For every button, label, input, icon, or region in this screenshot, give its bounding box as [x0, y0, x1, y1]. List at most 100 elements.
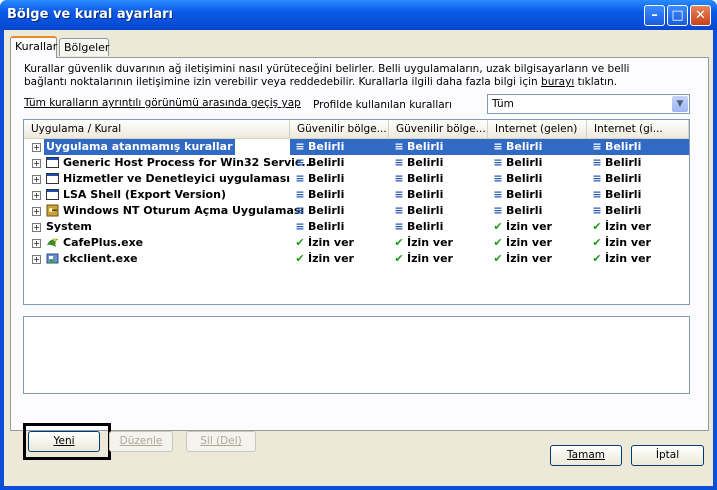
status-label: Belirli [605, 140, 642, 153]
rule-row[interactable]: + LSA Shell (Export Version) ≡ Belirli ≡ Beli… [24, 187, 689, 203]
more-info-link[interactable]: burayı [541, 76, 574, 88]
tab-kurallar[interactable]: Kurallar [10, 36, 57, 58]
expand-icon[interactable]: + [32, 223, 41, 232]
rule-name-cell[interactable]: + ckclient.exe [24, 251, 290, 267]
status-label: Belirli [407, 204, 444, 217]
rule-row[interactable]: + Generic Host Process for Win32 Servic..… [24, 155, 689, 171]
rule-status-cell[interactable]: ✔ İzin ver [290, 235, 354, 251]
rule-status-cell[interactable]: ≡ Belirli [488, 155, 542, 171]
column-header[interactable]: Internet (gi... [587, 120, 689, 138]
list-icon: ≡ [295, 140, 305, 153]
rule-status-cell[interactable]: ≡ Belirli [389, 219, 443, 235]
rule-status-cell[interactable]: ≡ Belirli [587, 139, 689, 155]
new-button[interactable]: Yeni [28, 431, 100, 452]
rule-name-cell[interactable]: + Windows NT Oturum Açma Uygulaması [24, 203, 304, 219]
status-label: İzin ver [407, 236, 453, 249]
rule-status-cell[interactable]: ≡ Belirli [389, 187, 443, 203]
list-icon: ≡ [592, 204, 602, 217]
list-icon: ≡ [295, 172, 305, 185]
status-label: Belirli [407, 188, 444, 201]
rule-status-cell[interactable]: ≡ Belirli [290, 203, 344, 219]
rule-name-label: ckclient.exe [63, 252, 138, 265]
rule-status-cell[interactable]: ≡ Belirli [290, 187, 344, 203]
status-label: Belirli [605, 204, 642, 217]
check-icon: ✔ [493, 252, 503, 265]
rule-row[interactable]: + ckclient.exe ✔ İzin ver ✔ İzin ver ✔ İzin ver… [24, 251, 689, 267]
rule-status-cell[interactable]: ≡ Belirli [587, 155, 641, 171]
column-header[interactable]: Uygulama / Kural [24, 120, 290, 138]
rule-status-cell[interactable]: ≡ Belirli [488, 203, 542, 219]
rule-status-cell[interactable]: ≡ Belirli [587, 203, 641, 219]
chevron-down-icon[interactable]: ▼ [672, 96, 688, 112]
rules-list[interactable]: Uygulama / Kural Güvenilir bölge... Güve… [23, 119, 690, 305]
title-bar[interactable]: Bölge ve kural ayarları – □ ✕ [0, 0, 717, 30]
rule-status-cell[interactable]: ✔ İzin ver [488, 219, 552, 235]
rule-row[interactable]: + CafePlus.exe ✔ İzin ver ✔ İzin ver ✔ İzin ver… [24, 235, 689, 251]
rule-row[interactable]: + Uygulama atanmamış kurallar ≡ Belirli ≡ Bel… [24, 139, 689, 155]
rule-status-cell[interactable]: ≡ Belirli [587, 187, 641, 203]
list-header: Uygulama / Kural Güvenilir bölge... Güve… [24, 120, 689, 139]
rule-name-cell[interactable]: + Uygulama atanmamış kurallar [24, 139, 290, 155]
rule-status-cell[interactable]: ≡ Belirli [290, 139, 389, 155]
tab-bolgeler[interactable]: Bölgeler [59, 38, 109, 56]
delete-button-label: Sil (Del) [200, 435, 242, 447]
rule-status-cell[interactable]: ≡ Belirli [290, 171, 344, 187]
rule-name-cell[interactable]: + LSA Shell (Export Version) [24, 187, 290, 203]
check-icon: ✔ [394, 252, 404, 265]
rule-status-cell[interactable]: ✔ İzin ver [587, 251, 651, 267]
rule-status-cell[interactable]: ≡ Belirli [389, 139, 488, 155]
rule-name-cell[interactable]: + CafePlus.exe [24, 235, 290, 251]
rule-status-cell[interactable]: ≡ Belirli [488, 171, 542, 187]
expand-icon[interactable]: + [32, 191, 41, 200]
rule-status-cell[interactable]: ≡ Belirli [389, 203, 443, 219]
rule-name-label: CafePlus.exe [63, 236, 144, 249]
delete-button[interactable]: Sil (Del) [186, 431, 256, 452]
rule-status-cell[interactable]: ✔ İzin ver [587, 219, 651, 235]
rule-detail-pane [23, 316, 690, 394]
expand-icon[interactable]: + [32, 175, 41, 184]
column-header[interactable]: Güvenilir bölge... [290, 120, 389, 138]
edit-button[interactable]: Düzenle [109, 431, 173, 452]
rule-status-cell[interactable]: ✔ İzin ver [488, 251, 552, 267]
rule-status-cell[interactable]: ≡ Belirli [290, 219, 344, 235]
cancel-button[interactable]: İptal [631, 445, 704, 466]
minimize-button[interactable]: – [644, 5, 665, 26]
column-header[interactable]: Internet (gelen) [488, 120, 587, 138]
rule-row[interactable]: + Windows NT Oturum Açma Uygulaması ≡ Belir… [24, 203, 689, 219]
status-label: Belirli [506, 172, 543, 185]
expand-icon[interactable]: + [32, 143, 41, 152]
rule-name-cell[interactable]: + Hizmetler ve Denetleyici uygulaması [24, 171, 290, 187]
rule-status-cell[interactable]: ≡ Belirli [488, 187, 542, 203]
rule-status-cell[interactable]: ≡ Belirli [587, 171, 641, 187]
column-header[interactable]: Güvenilir bölge... [389, 120, 488, 138]
profile-label: Profilde kullanılan kuralları [313, 99, 452, 111]
rule-status-cell[interactable]: ≡ Belirli [389, 171, 443, 187]
expand-icon[interactable]: + [32, 159, 41, 168]
cafe-icon [46, 236, 59, 249]
expand-icon[interactable]: + [32, 207, 41, 216]
profile-select[interactable]: Tüm ▼ [487, 94, 690, 114]
rule-row[interactable]: + Hizmetler ve Denetleyici uygulaması ≡ Bel… [24, 171, 689, 187]
cancel-button-label: İptal [655, 449, 680, 461]
rule-status-cell[interactable]: ≡ Belirli [290, 155, 344, 171]
rule-name-cell[interactable]: + Generic Host Process for Win32 Servic..… [24, 155, 314, 171]
close-button[interactable]: ✕ [690, 5, 711, 26]
rule-status-cell[interactable]: ≡ Belirli [389, 155, 443, 171]
list-icon: ≡ [295, 188, 305, 201]
rule-status-cell[interactable]: ✔ İzin ver [389, 251, 453, 267]
edit-button-label: Düzenle [119, 435, 163, 447]
rule-status-cell[interactable]: ✔ İzin ver [587, 235, 651, 251]
status-label: İzin ver [308, 236, 354, 249]
expand-icon[interactable]: + [32, 239, 41, 248]
rule-row[interactable]: + System ≡ Belirli ≡ Belirli ✔ İzin ver ✔ İzin ve… [24, 219, 689, 235]
ok-button[interactable]: Tamam [550, 445, 622, 466]
rule-status-cell[interactable]: ≡ Belirli [488, 139, 587, 155]
rule-status-cell[interactable]: ✔ İzin ver [290, 251, 354, 267]
rule-name-cell[interactable]: + System [24, 219, 290, 235]
toggle-detail-view-link[interactable]: Tüm kuralların ayrıntılı görünümü arasın… [24, 97, 301, 109]
rule-name-label: Generic Host Process for Win32 Servic... [63, 156, 314, 169]
rule-status-cell[interactable]: ✔ İzin ver [488, 235, 552, 251]
expand-icon[interactable]: + [32, 255, 41, 264]
maximize-button[interactable]: □ [667, 5, 688, 26]
rule-status-cell[interactable]: ✔ İzin ver [389, 235, 453, 251]
